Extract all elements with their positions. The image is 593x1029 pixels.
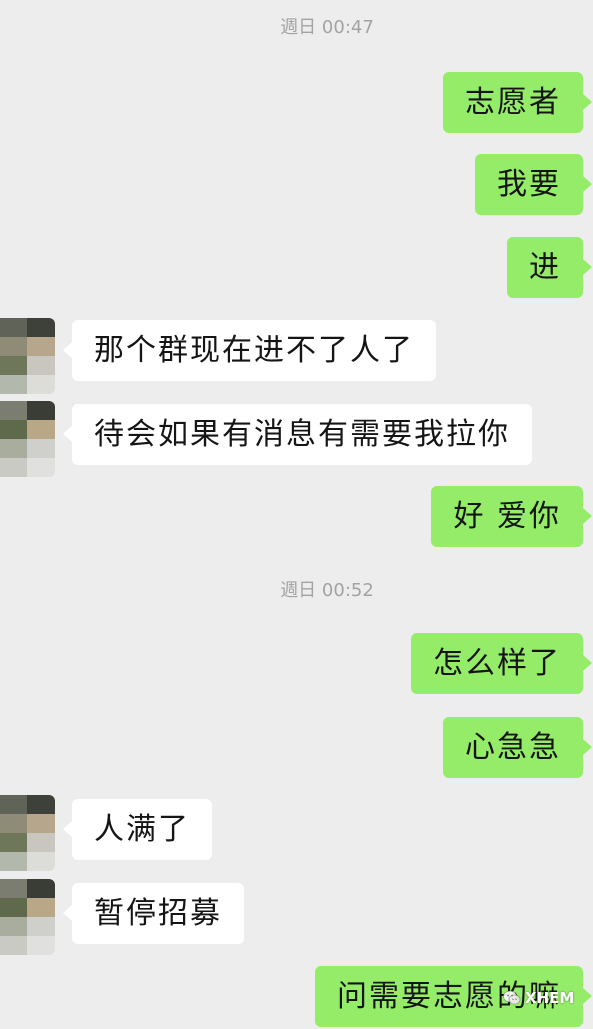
- avatar-mosaic-cell: [27, 936, 55, 955]
- avatar-mosaic-cell: [0, 458, 27, 477]
- watermark: XHEM: [503, 989, 574, 1007]
- contact-avatar[interactable]: [0, 401, 55, 477]
- avatar-mosaic-cell: [27, 439, 55, 458]
- avatar-mosaic-cell: [0, 852, 27, 871]
- avatar-mosaic-cell: [0, 833, 27, 852]
- avatar-mosaic-cell: [0, 898, 27, 917]
- received-message-bubble[interactable]: 那个群现在进不了人了: [63, 320, 436, 381]
- avatar-mosaic-cell: [0, 936, 27, 955]
- avatar-mosaic-cell: [27, 852, 55, 871]
- avatar-mosaic-cell: [27, 898, 55, 917]
- avatar-mosaic-cell: [0, 917, 27, 936]
- avatar-mosaic-cell: [0, 879, 27, 898]
- chat-timestamp: 週日 00:47: [280, 17, 374, 38]
- avatar-mosaic-cell: [27, 917, 55, 936]
- avatar-mosaic-cell: [27, 375, 55, 394]
- avatar-mosaic-cell: [27, 401, 55, 420]
- avatar-mosaic-cell: [0, 814, 27, 833]
- sent-message-bubble[interactable]: 好 爱你: [431, 486, 592, 547]
- avatar-mosaic-cell: [0, 318, 27, 337]
- avatar-mosaic-cell: [0, 420, 27, 439]
- sent-message-bubble[interactable]: 心急急: [443, 717, 592, 778]
- received-message-bubble[interactable]: 待会如果有消息有需要我拉你: [63, 404, 532, 465]
- avatar-mosaic-cell: [0, 375, 27, 394]
- contact-avatar[interactable]: [0, 879, 55, 955]
- avatar-mosaic-cell: [27, 356, 55, 375]
- watermark-text: XHEM: [525, 989, 575, 1007]
- contact-avatar[interactable]: [0, 318, 55, 394]
- contact-avatar[interactable]: [0, 795, 55, 871]
- received-message-bubble[interactable]: 人满了: [63, 799, 212, 860]
- sent-message-bubble[interactable]: 志愿者: [443, 72, 592, 133]
- wechat-icon: [503, 990, 521, 1006]
- avatar-mosaic-cell: [0, 439, 27, 458]
- avatar-mosaic-cell: [27, 833, 55, 852]
- avatar-mosaic-cell: [27, 458, 55, 477]
- avatar-mosaic-cell: [27, 814, 55, 833]
- avatar-mosaic-cell: [0, 795, 27, 814]
- avatar-mosaic-cell: [27, 879, 55, 898]
- avatar-mosaic-cell: [27, 318, 55, 337]
- received-message-bubble[interactable]: 暂停招募: [63, 883, 244, 944]
- avatar-mosaic-cell: [27, 795, 55, 814]
- sent-message-bubble[interactable]: 怎么样了: [411, 633, 592, 694]
- chat-timestamp: 週日 00:52: [280, 580, 374, 601]
- avatar-mosaic-cell: [0, 337, 27, 356]
- avatar-mosaic-cell: [27, 337, 55, 356]
- avatar-mosaic-cell: [27, 420, 55, 439]
- sent-message-bubble[interactable]: 进: [507, 237, 592, 298]
- avatar-mosaic-cell: [0, 356, 27, 375]
- avatar-mosaic-cell: [0, 401, 27, 420]
- sent-message-bubble[interactable]: 我要: [475, 154, 592, 215]
